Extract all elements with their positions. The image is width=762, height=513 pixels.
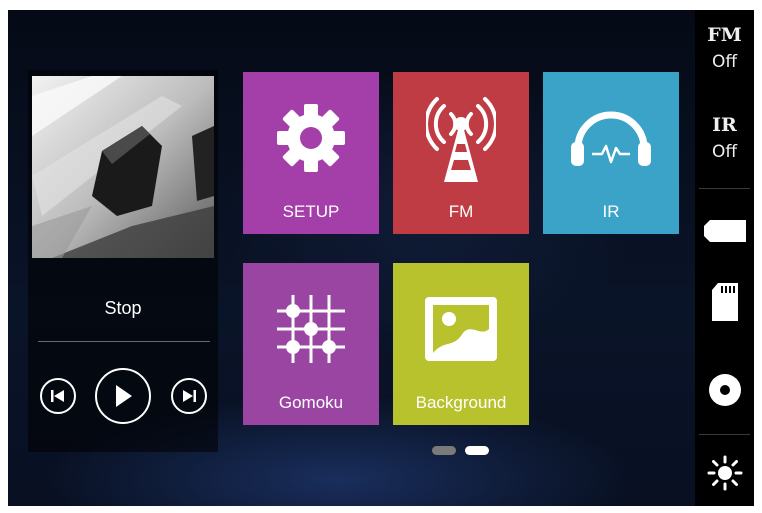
skip-previous-icon [51,390,64,402]
page-dot[interactable] [432,446,456,455]
tile-gomoku[interactable]: Gomoku [243,263,379,425]
album-art[interactable] [32,76,214,258]
tile-label: SETUP [282,202,340,221]
divider [699,188,750,189]
sd-card-icon[interactable] [695,282,754,322]
play-button[interactable] [95,368,151,424]
gear-icon [243,90,379,186]
tile-background[interactable]: Background [393,263,529,425]
piano-keys-image [32,76,214,258]
tile-label: Gomoku [278,393,344,412]
usb-icon[interactable] [695,216,754,246]
tile-setup[interactable]: SETUP [243,72,379,234]
play-icon [116,385,132,407]
status-sidebar: FM Off IR Off [695,10,754,506]
divider [38,341,210,342]
tile-label: FM [448,202,474,221]
divider [699,434,750,435]
image-icon [393,281,529,377]
ir-status-label: IR [712,114,737,136]
playback-status: Stop [104,298,142,318]
tile-label: Background [415,393,507,412]
tile-ir[interactable]: IR [543,72,679,234]
ir-status-value: Off [711,142,738,162]
radio-tower-icon [393,90,529,186]
disc-icon[interactable] [695,372,754,408]
music-player-panel: Stop [28,70,218,452]
skip-next-icon [183,390,196,402]
fm-status-label: FM [707,24,742,46]
headphones-icon [543,90,679,186]
fm-status-value: Off [711,52,738,72]
page-dot[interactable] [465,446,489,455]
next-button[interactable] [171,378,207,414]
tile-fm[interactable]: FM [393,72,529,234]
brightness-icon[interactable] [695,455,754,491]
screen: Stop SETUP FM IR Gomoku Background FM Of… [8,10,754,506]
gomoku-board-icon [243,281,379,377]
previous-button[interactable] [40,378,76,414]
tile-label: IR [602,202,620,221]
